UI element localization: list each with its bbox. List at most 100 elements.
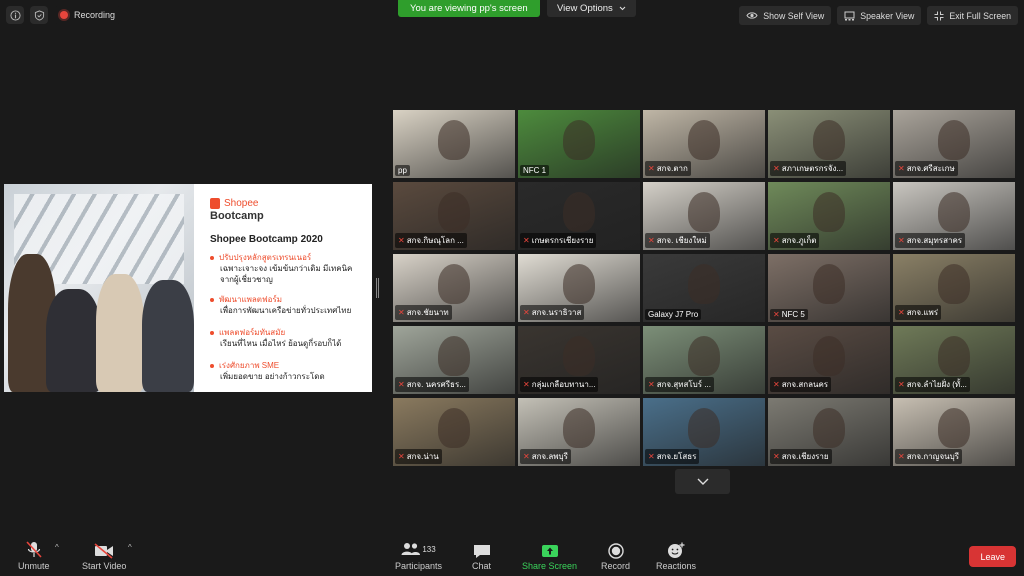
- start-video-button[interactable]: Start Video: [82, 539, 126, 571]
- chat-icon: [473, 545, 490, 558]
- participant-tile[interactable]: ✕ สกจ.กิษณุโลก ...: [393, 182, 515, 250]
- participant-name: สกจ.ภูเก็ต: [781, 236, 817, 245]
- person-figure: [142, 280, 194, 392]
- slide-bullet: แพลตฟอร์มทันสมัย เรียนที่ไหน เมื่อไหร่ ย…: [210, 327, 341, 349]
- record-label: Record: [601, 561, 631, 571]
- participant-tile[interactable]: ✕ สกจ.แพร่: [893, 254, 1015, 322]
- top-right-controls: Show Self View Speaker View Exit Full Sc…: [739, 6, 1018, 25]
- bullet-heading: ปรับปรุงหลักสูตรเทรนเนอร์: [219, 253, 312, 262]
- microphone-muted-icon: ✕: [398, 308, 405, 317]
- participant-tile[interactable]: ✕ กลุ่มเกลือบทานา...: [518, 326, 640, 394]
- participant-name: เกษตรกรเชียงราย: [531, 236, 594, 245]
- reactions-button[interactable]: Reactions: [656, 539, 696, 571]
- participant-name-tag: ✕ สกจ.ภูเก็ต: [770, 233, 820, 248]
- resize-handle[interactable]: [376, 278, 379, 298]
- participant-name-tag: ✕ NFC 5: [770, 309, 808, 320]
- participant-tile[interactable]: ✕ สกจ.กาญจนบุรี: [893, 398, 1015, 466]
- person-figure: [46, 289, 101, 392]
- participant-tile[interactable]: Galaxy J7 Pro: [643, 254, 765, 322]
- speaker-view-button[interactable]: Speaker View: [837, 6, 922, 25]
- chevron-down-icon: [619, 6, 626, 11]
- participant-tile[interactable]: ✕ NFC 5: [768, 254, 890, 322]
- participants-label: Participants: [395, 561, 443, 571]
- bullet-body: เฉพาะเจาะจง เข้มข้นกว่าเดิม มีเทคนิคจากผ…: [220, 264, 353, 284]
- participant-silhouette: [813, 192, 845, 232]
- speaker-view-icon: [844, 11, 855, 20]
- eye-icon: [746, 12, 758, 19]
- participant-name: สกจ.สมุทรสาคร: [906, 236, 963, 245]
- participant-tile[interactable]: ✕ สกจ.ตาก: [643, 110, 765, 178]
- participant-name: สกจ.ชัยนาท: [406, 308, 449, 317]
- participant-tile[interactable]: ✕ สภาเกษตรกรจัง...: [768, 110, 890, 178]
- person-figure: [96, 274, 144, 392]
- leave-button[interactable]: Leave: [969, 546, 1016, 567]
- participant-name-tag: ✕ สกจ.ลพบุรี: [520, 449, 571, 464]
- video-options-caret-icon[interactable]: ^: [128, 543, 132, 552]
- chat-label: Chat: [472, 561, 492, 571]
- participant-tile[interactable]: ✕ สกจ.ศรีสะเกษ: [893, 110, 1015, 178]
- show-self-view-label: Show Self View: [763, 10, 825, 21]
- share-screen-button[interactable]: Share Screen: [522, 539, 577, 571]
- participant-name-tag: NFC 1: [520, 165, 550, 176]
- start-video-label: Start Video: [82, 561, 127, 571]
- bullet-body: เพื่อการพัฒนาเครือข่ายทั่วประเทศไทย: [220, 306, 352, 315]
- participant-tile[interactable]: NFC 1: [518, 110, 640, 178]
- participant-name: สกจ.กิษณุโลก ...: [406, 236, 464, 245]
- participant-name-tag: ✕ สกจ.ลำไยฝั่ง (ทั้...: [895, 377, 970, 392]
- participant-tile[interactable]: ✕ สกจ.ภูเก็ต: [768, 182, 890, 250]
- security-button[interactable]: [30, 6, 48, 24]
- record-icon: [607, 543, 624, 559]
- participant-name-tag: ✕ สกจ.ชัยนาท: [395, 305, 452, 320]
- participant-tile[interactable]: ✕ สกจ.สุทสโบร์ ...: [643, 326, 765, 394]
- participant-name-tag: Galaxy J7 Pro: [645, 309, 702, 320]
- slide-bullet: เร่งศักยภาพ SME เพิ่มยอดขาย อย่างก้าวกระ…: [210, 360, 325, 382]
- participant-name-tag: ✕ สกจ.กิษณุโลก ...: [395, 233, 467, 248]
- participant-tile[interactable]: ✕ สกจ.สกลนคร: [768, 326, 890, 394]
- microphone-muted-icon: ✕: [773, 452, 780, 461]
- gallery-next-page-button[interactable]: [675, 469, 730, 494]
- participant-tile[interactable]: ✕ สกจ.นราธิวาส: [518, 254, 640, 322]
- bullet-heading: พัฒนาแพลตฟอร์ม: [219, 295, 283, 304]
- participant-tile[interactable]: ✕ สกจ. นครศรีธร...: [393, 326, 515, 394]
- participant-silhouette: [563, 336, 595, 376]
- microphone-muted-icon: ✕: [898, 452, 905, 461]
- participant-tile[interactable]: ✕ สกจ.ชัยนาท: [393, 254, 515, 322]
- top-left-controls: Recording: [6, 6, 122, 24]
- participant-silhouette: [813, 264, 845, 304]
- participant-silhouette: [438, 408, 470, 448]
- exit-full-screen-label: Exit Full Screen: [949, 10, 1011, 21]
- view-options-button[interactable]: View Options: [547, 0, 636, 17]
- participant-silhouette: [438, 336, 470, 376]
- participant-name: pp: [398, 166, 407, 175]
- recording-indicator[interactable]: Recording: [54, 6, 122, 24]
- participant-tile[interactable]: ✕ สกจ.สมุทรสาคร: [893, 182, 1015, 250]
- participant-tile[interactable]: ✕ สกจ. เชียงใหม่: [643, 182, 765, 250]
- participant-name-tag: pp: [395, 165, 410, 176]
- participant-silhouette: [813, 336, 845, 376]
- info-button[interactable]: [6, 6, 24, 24]
- audio-options-caret-icon[interactable]: ^: [55, 543, 59, 552]
- show-self-view-button[interactable]: Show Self View: [739, 6, 832, 25]
- participant-name: สกจ. เชียงใหม่: [656, 236, 707, 245]
- microphone-muted-icon: ✕: [648, 452, 655, 461]
- unmute-button[interactable]: Unmute: [18, 539, 50, 571]
- microphone-muted-icon: [26, 541, 42, 558]
- bullet-body: เรียนที่ไหน เมื่อไหร่ ย้อนดูกี่รอบก็ได้: [220, 339, 342, 348]
- record-button[interactable]: Record: [601, 539, 630, 571]
- exit-full-screen-button[interactable]: Exit Full Screen: [927, 6, 1018, 25]
- participant-tile[interactable]: pp: [393, 110, 515, 178]
- participant-name: NFC 5: [781, 310, 805, 319]
- chat-button[interactable]: Chat: [472, 539, 491, 571]
- participant-tile[interactable]: ✕ สกจ.ลำไยฝั่ง (ทั้...: [893, 326, 1015, 394]
- participant-tile[interactable]: ✕ สกจ.ลพบุรี: [518, 398, 640, 466]
- participant-tile[interactable]: ✕ สกจ.เชียงราย: [768, 398, 890, 466]
- participant-name: สกจ.แพร่: [906, 308, 939, 317]
- participant-tile[interactable]: ✕ สกจ.ยโสธร: [643, 398, 765, 466]
- participant-tile[interactable]: ✕ เกษตรกรเชียงราย: [518, 182, 640, 250]
- participant-name: สกจ.สุทสโบร์ ...: [656, 380, 711, 389]
- participants-button[interactable]: 133 Participants: [395, 539, 442, 571]
- participant-name-tag: ✕ สกจ.ตาก: [645, 161, 691, 176]
- microphone-muted-icon: ✕: [898, 164, 905, 173]
- participants-icon: [401, 543, 421, 555]
- participant-tile[interactable]: ✕ สกจ.น่าน: [393, 398, 515, 466]
